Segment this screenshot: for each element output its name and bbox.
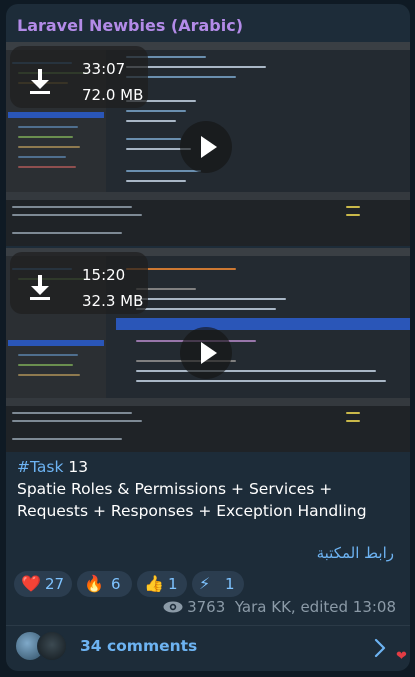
caption-text: Spatie Roles & Permissions + Services + … [17,480,367,520]
views-count: 3763 [187,598,226,616]
channel-title[interactable]: Laravel Newbies (Arabic) [17,16,243,35]
video-frame [136,370,376,372]
heart-icon: ❤️ [21,574,41,593]
video-frame [136,380,386,382]
video-frame [18,126,78,128]
play-icon [201,342,217,364]
reaction-count: 27 [45,575,65,593]
video-frame [136,308,276,310]
video-duration: 15:20 [82,266,126,284]
play-icon [201,136,217,158]
video-frame [126,138,181,140]
video-frame [18,374,80,376]
reaction-lightning[interactable]: ⚡ 1 [192,571,244,597]
video-frame [12,232,122,234]
reaction-fire[interactable]: 🔥 6 [77,571,132,597]
video-frame [346,420,360,422]
video-frame [18,354,78,356]
video-frame [6,192,410,200]
video-size: 32.3 MB [82,292,144,310]
task-number: 13 [63,458,89,476]
library-link[interactable]: رابط المكتبة [317,544,394,562]
video-frame [346,412,360,414]
comments-link[interactable]: 34 comments [80,637,197,655]
video-frame [126,110,186,112]
hashtag-link[interactable]: #Task [17,458,63,476]
video-frame [136,298,286,300]
download-icon[interactable] [28,274,52,300]
divider [6,625,410,626]
video-thumbnail-1[interactable]: 33:07 72.0 MB [6,42,410,246]
video-frame [8,112,104,118]
video-frame [126,180,186,182]
video-frame [6,192,410,246]
reaction-heart[interactable]: ❤️ 27 [14,571,72,597]
author-edited: Yara KK, edited 13:08 [234,598,396,616]
avatar [37,631,67,661]
reaction-thumbs-up[interactable]: 👍 1 [137,571,187,597]
video-frame [12,438,122,440]
video-info-overlay: 15:20 32.3 MB [10,252,148,314]
video-frame [12,214,142,216]
reaction-count: 1 [225,575,235,593]
play-button[interactable] [180,327,232,379]
video-frame [346,214,360,216]
video-frame [18,166,76,168]
video-frame [126,170,201,172]
video-duration: 33:07 [82,60,126,78]
heart-icon: ❤ [396,649,407,664]
video-info-overlay: 33:07 72.0 MB [10,46,148,108]
play-button[interactable] [180,121,232,173]
video-frame [346,206,360,208]
chevron-right-icon[interactable] [374,638,386,658]
video-frame [18,146,80,148]
video-size: 72.0 MB [82,86,144,104]
message-bubble: Laravel Newbies (Arabic) 33:07 72.0 MB 1… [6,4,410,671]
video-frame [8,340,104,346]
video-frame [12,420,142,422]
video-frame [12,206,132,208]
message-meta: 3763 Yara KK, edited 13:08 [163,598,396,616]
eye-icon [163,601,183,613]
lightning-icon: ⚡ [199,574,211,593]
video-frame [12,412,132,414]
fire-icon: 🔥 [84,574,104,593]
message-caption: #Task 13 Spatie Roles & Permissions + Ser… [17,456,402,522]
video-frame [6,398,410,452]
reaction-count: 1 [168,575,178,593]
thumbs-up-icon: 👍 [144,574,164,593]
video-frame [126,120,176,122]
commenter-avatars[interactable] [15,631,75,661]
video-frame [6,398,410,406]
reaction-count: 6 [111,575,121,593]
video-frame [18,156,66,158]
video-frame [18,136,73,138]
video-frame [116,318,410,330]
download-icon[interactable] [28,68,52,94]
video-frame [18,364,73,366]
video-thumbnail-2[interactable]: 15:20 32.3 MB [6,248,410,452]
